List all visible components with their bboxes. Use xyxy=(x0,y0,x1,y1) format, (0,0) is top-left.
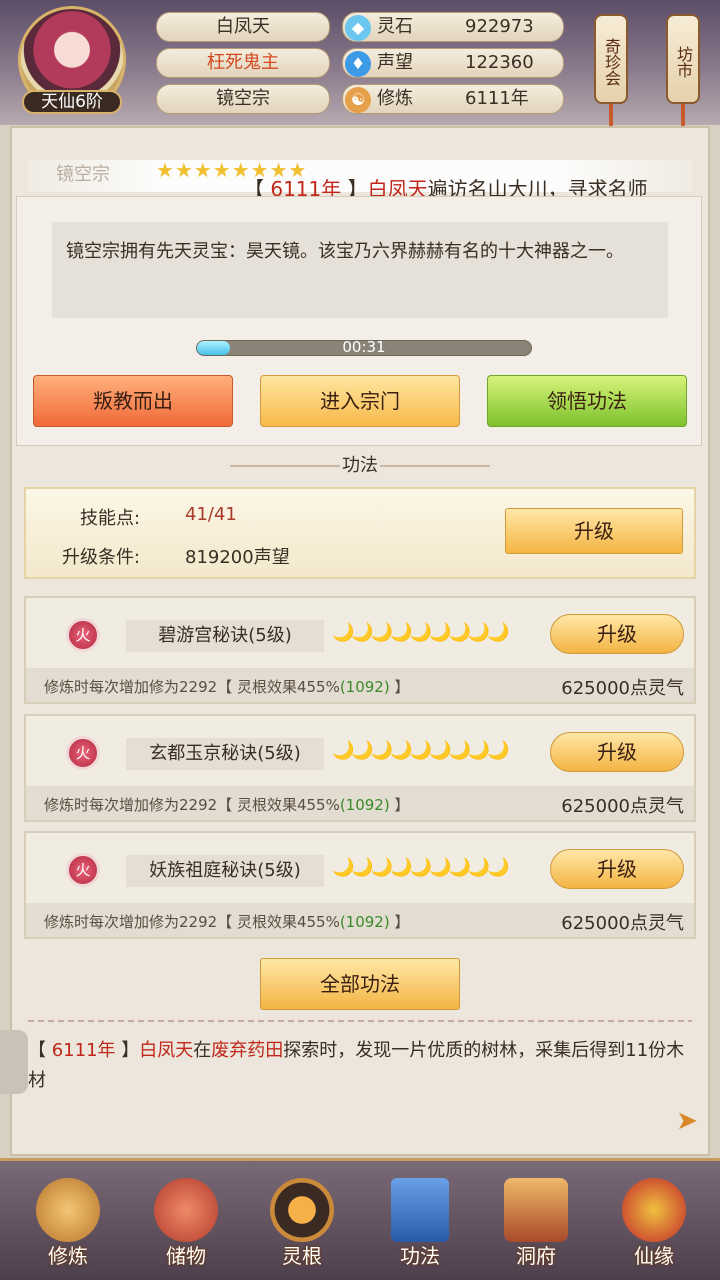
sect-banner-name: 镜空宗 xyxy=(56,164,110,185)
skill-points-label: 技能点: xyxy=(80,508,141,529)
nav-fate[interactable]: 仙缘 xyxy=(604,1178,704,1278)
nav-label: 灵根 xyxy=(282,1244,322,1268)
technique-desc-text: 修炼时每次增加修为2292【 灵根效果455% xyxy=(44,796,340,814)
stat-label: 声望 xyxy=(377,52,413,73)
treasure-pavilion-button[interactable]: 奇珍会 xyxy=(594,14,628,104)
learn-technique-button[interactable]: 领悟功法 xyxy=(487,375,687,427)
nav-cave[interactable]: 洞府 xyxy=(486,1178,586,1278)
reputation-icon: ♦ xyxy=(345,51,371,77)
timer-progress-bar: 00:31 xyxy=(196,338,532,356)
nav-spirit-root[interactable]: 灵根 xyxy=(252,1178,352,1278)
stat-value: 922973 xyxy=(465,16,534,37)
nav-label: 洞府 xyxy=(516,1244,556,1268)
stat-spirit-stone: ◆ 灵石 922973 xyxy=(342,12,564,42)
technique-name: 碧游宫秘诀(5级) xyxy=(126,620,324,652)
technique-cost: 625000点灵气 xyxy=(561,913,684,934)
dotted-divider xyxy=(28,1020,692,1022)
nav-label: 修炼 xyxy=(48,1244,88,1268)
technique-desc-text: 修炼时每次增加修为2292【 灵根效果455% xyxy=(44,913,340,931)
timer-text: 00:31 xyxy=(342,338,386,356)
technique-row: 火 玄都玉京秘诀(5级) 🌙🌙🌙🌙🌙🌙🌙🌙🌙 升级 修炼时每次增加修为2292【… xyxy=(24,714,696,822)
side-drawer-handle[interactable] xyxy=(0,1030,28,1094)
player-sect[interactable]: 镜空宗 xyxy=(156,84,330,114)
technique-bonus: (1092) xyxy=(339,796,390,814)
technique-row: 火 碧游宫秘诀(5级) 🌙🌙🌙🌙🌙🌙🌙🌙🌙 升级 修炼时每次增加修为2292【 … xyxy=(24,596,696,704)
technique-upgrade-button[interactable]: 升级 xyxy=(550,614,684,654)
technique-desc-end: 】 xyxy=(389,678,410,696)
stat-cultivation: ☯ 修炼 6111年 xyxy=(342,84,564,114)
market-button[interactable]: 坊市 xyxy=(666,14,700,104)
stat-reputation: ♦ 声望 122360 xyxy=(342,48,564,78)
fire-element-icon: 火 xyxy=(66,736,100,770)
technique-description: 修炼时每次增加修为2292【 灵根效果455%(1092) 】 xyxy=(44,794,410,815)
nav-storage[interactable]: 储物 xyxy=(136,1178,236,1278)
player-name: 白凤天 xyxy=(156,12,330,42)
technique-description: 修炼时每次增加修为2292【 灵根效果455%(1092) 】 xyxy=(44,676,410,697)
technique-cost: 625000点灵气 xyxy=(561,796,684,817)
fire-element-icon: 火 xyxy=(66,853,100,887)
spirit-root-icon xyxy=(270,1178,334,1242)
stat-value: 6111年 xyxy=(465,88,529,109)
upgrade-condition-value: 819200声望 xyxy=(185,547,290,568)
nav-label: 功法 xyxy=(400,1244,440,1268)
stat-label: 灵石 xyxy=(377,16,413,37)
technique-description: 修炼时每次增加修为2292【 灵根效果455%(1092) 】 xyxy=(44,911,410,932)
technique-book-icon xyxy=(391,1178,449,1242)
technique-name: 妖族祖庭秘诀(5级) xyxy=(126,855,324,887)
skill-upgrade-button[interactable]: 升级 xyxy=(505,508,683,554)
event-log: 【 6111年 】白凤天在废弃药田探索时，发现一片优质的树林，采集后得到11份木… xyxy=(28,1040,685,1091)
technique-bonus: (1092) xyxy=(339,913,390,931)
technique-desc-text: 修炼时每次增加修为2292【 灵根效果455% xyxy=(44,678,340,696)
moon-level-icons: 🌙🌙🌙🌙🌙🌙🌙🌙🌙 xyxy=(332,622,510,643)
next-arrow-icon[interactable]: ➤ xyxy=(672,1106,702,1136)
nav-technique[interactable]: 功法 xyxy=(370,1178,470,1278)
fire-element-icon: 火 xyxy=(66,618,100,652)
sect-description: 镜空宗拥有先天灵宝：昊天镜。该宝乃六界赫赫有名的十大神器之一。 xyxy=(52,222,668,318)
stat-value: 122360 xyxy=(465,52,534,73)
moon-level-icons: 🌙🌙🌙🌙🌙🌙🌙🌙🌙 xyxy=(332,740,510,761)
log-name: 白凤天 xyxy=(139,1040,194,1061)
upgrade-condition-label: 升级条件: xyxy=(62,547,141,568)
enter-sect-button[interactable]: 进入宗门 xyxy=(260,375,460,427)
technique-cost: 625000点灵气 xyxy=(561,678,684,699)
storage-bag-icon xyxy=(154,1178,218,1242)
skill-points-value: 41/41 xyxy=(185,504,237,525)
cultivate-icon xyxy=(36,1178,100,1242)
technique-name: 玄都玉京秘诀(5级) xyxy=(126,738,324,770)
cultivation-icon: ☯ xyxy=(345,87,371,113)
log-text: 探索时，发现一片优质的树林，采集后得到11份木材 xyxy=(28,1040,685,1091)
cave-house-icon xyxy=(504,1178,568,1242)
rank-badge: 天仙6阶 xyxy=(22,90,122,114)
technique-upgrade-button[interactable]: 升级 xyxy=(550,849,684,889)
fate-gourd-icon xyxy=(622,1178,686,1242)
technique-desc-end: 】 xyxy=(389,796,410,814)
technique-bonus: (1092) xyxy=(339,678,390,696)
stat-label: 修炼 xyxy=(377,88,413,109)
nav-label: 仙缘 xyxy=(634,1244,674,1268)
nav-cultivate[interactable]: 修炼 xyxy=(18,1178,118,1278)
leave-sect-button[interactable]: 叛教而出 xyxy=(33,375,233,427)
log-year: 6111年 xyxy=(51,1040,116,1061)
all-techniques-button[interactable]: 全部功法 xyxy=(260,958,460,1010)
section-title: 功法 xyxy=(342,455,378,476)
technique-row: 火 妖族祖庭秘诀(5级) 🌙🌙🌙🌙🌙🌙🌙🌙🌙 升级 修炼时每次增加修为2292【… xyxy=(24,831,696,939)
log-place: 废弃药田 xyxy=(211,1040,284,1061)
nav-label: 储物 xyxy=(166,1244,206,1268)
technique-desc-end: 】 xyxy=(389,913,410,931)
technique-upgrade-button[interactable]: 升级 xyxy=(550,732,684,772)
player-title[interactable]: 枉死鬼主 xyxy=(156,48,330,78)
log-mid: 在 xyxy=(193,1040,212,1061)
moon-level-icons: 🌙🌙🌙🌙🌙🌙🌙🌙🌙 xyxy=(332,857,510,878)
spirit-stone-icon: ◆ xyxy=(345,15,371,41)
